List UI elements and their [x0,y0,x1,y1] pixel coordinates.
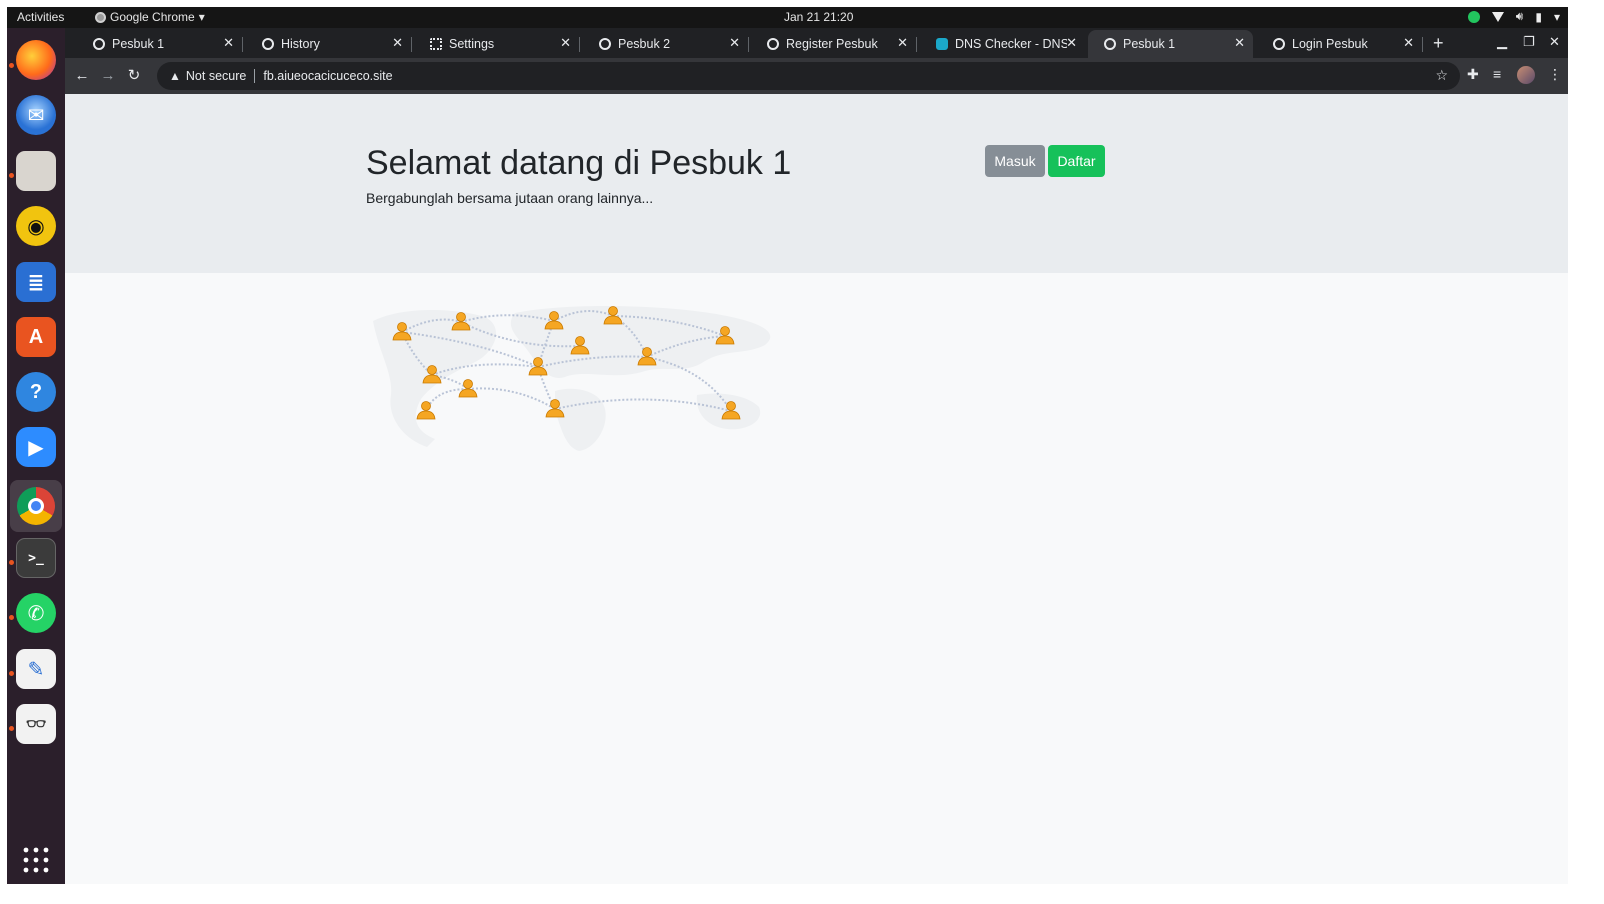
menu-dots-icon[interactable]: ⋮ [1548,66,1562,83]
tab-pesbuk-2[interactable]: Pesbuk 2 ✕ [583,30,749,58]
media-queue-icon[interactable]: ≡ [1493,66,1501,82]
writer-icon[interactable]: ≣ [16,262,56,302]
close-icon[interactable]: ✕ [392,35,403,51]
profile-avatar[interactable] [1517,66,1535,84]
tab-settings[interactable]: Settings ✕ [414,30,580,58]
new-tab-button[interactable]: + [1433,33,1444,54]
screen: Activities Google Chrome ▾ Jan 21 21:20 … [7,7,1568,884]
page-title: Selamat datang di Pesbuk 1 [366,144,792,182]
social-network-illustration [373,306,771,451]
tab-pesbuk-1[interactable]: Pesbuk 1 ✕ [77,30,243,58]
dock: ✉ ◉ ≣ A ? ▶ >_ ✆ ✎ 👓︎ [7,28,65,884]
globe-icon [767,38,779,50]
rhythmbox-icon[interactable]: ◉ [16,206,56,246]
volume-icon: 🔊︎ [1515,9,1524,23]
close-window-icon[interactable]: ✕ [1549,34,1560,50]
tab-title: Pesbuk 1 [112,37,165,51]
chrome-icon[interactable] [10,480,62,532]
jumbotron: Selamat datang di Pesbuk 1 Bergabunglah … [65,94,1568,273]
running-indicator [9,726,14,731]
tab-title: Pesbuk 2 [618,37,671,51]
tab-title: Settings [449,37,495,51]
globe-icon [93,38,105,50]
forward-button[interactable]: → [97,65,119,87]
address-bar[interactable]: ▲ Not secure fb.aiueocacicuceco.site ☆ [157,62,1460,90]
url-text[interactable]: fb.aiueocacicuceco.site [263,69,392,83]
tab-title: Pesbuk 1 [1123,37,1176,51]
warning-icon[interactable]: ▲ [169,69,181,83]
person-icon [416,401,436,420]
back-button[interactable]: ← [71,65,93,87]
tab-title: History [281,37,320,51]
system-top-bar: Activities Google Chrome ▾ Jan 21 21:20 … [7,7,1568,28]
tab-register-pesbuk[interactable]: Register Pesbuk ✕ [751,30,917,58]
globe-icon [599,38,611,50]
chevron-down-icon[interactable]: ▾ [1554,10,1560,24]
close-icon[interactable]: ✕ [729,35,740,51]
running-indicator [9,63,14,68]
app-menu-label: Google Chrome [110,10,195,24]
whatsapp-tray-icon[interactable] [1467,10,1480,23]
minimize-icon[interactable]: ▁ [1497,34,1507,50]
running-indicator [9,615,14,620]
close-icon[interactable]: ✕ [560,35,571,51]
security-label[interactable]: Not secure [186,69,246,83]
terminal-icon[interactable]: >_ [16,538,56,578]
extensions-icon[interactable]: ✚ [1467,66,1479,83]
zoom-icon[interactable]: ▶ [16,427,56,467]
gear-icon [430,38,442,50]
running-indicator [9,671,14,676]
thunderbird-icon[interactable]: ✉ [16,95,56,135]
restore-icon[interactable]: ❐ [1523,34,1535,50]
browser-toolbar: ← → ↻ ▲ Not secure fb.aiueocacicuceco.si… [65,58,1568,94]
clock[interactable]: Jan 21 21:20 [784,10,853,24]
chevron-down-icon: ▾ [198,10,205,24]
page-viewport: Selamat datang di Pesbuk 1 Bergabunglah … [65,94,1568,884]
tab-dns-checker[interactable]: DNS Checker - DNS C ✕ [920,30,1085,58]
files-icon[interactable] [16,151,56,191]
globe-icon [1273,38,1285,50]
chrome-window: Pesbuk 1 ✕ History ✕ Settings ✕ Pesbuk 2… [65,28,1568,884]
help-icon[interactable]: ? [16,372,56,412]
chrome-small-icon [95,11,106,23]
tab-history[interactable]: History ✕ [246,30,412,58]
activities-button[interactable]: Activities [17,10,64,24]
running-indicator [9,173,14,178]
grid-dots [23,847,49,873]
close-icon[interactable]: ✕ [1066,35,1077,51]
app-grid-icon[interactable] [16,840,56,880]
wifi-icon [1491,11,1504,22]
firefox-icon[interactable] [16,40,56,80]
close-icon[interactable]: ✕ [1234,35,1245,51]
tab-pesbuk-1-active[interactable]: Pesbuk 1 ✕ [1088,30,1253,58]
close-icon[interactable]: ✕ [223,35,234,51]
tab-login-pesbuk[interactable]: Login Pesbuk ✕ [1257,30,1423,58]
close-icon[interactable]: ✕ [897,35,908,51]
page-lead: Bergabunglah bersama jutaan orang lainny… [366,190,654,206]
tab-title: Register Pesbuk [786,37,878,51]
masuk-button[interactable]: Masuk [985,145,1045,177]
close-icon[interactable]: ✕ [1403,35,1414,51]
battery-icon: ▮ [1535,9,1542,24]
tab-title: DNS Checker - DNS C [955,37,1067,51]
dns-checker-icon [936,38,948,50]
whatsapp-icon[interactable]: ✆ [16,593,56,633]
app-menu[interactable]: Google Chrome ▾ [95,10,205,24]
reload-button[interactable]: ↻ [123,65,145,87]
bookmark-star-icon[interactable]: ☆ [1435,67,1448,84]
divider [254,69,256,83]
tab-title: Login Pesbuk [1292,37,1368,51]
text-editor-icon[interactable]: ✎ [16,649,56,689]
software-icon[interactable]: A [16,317,56,357]
system-tray[interactable]: 🔊︎ ▮ ▾ [1467,9,1560,24]
document-viewer-icon[interactable]: 👓︎ [16,704,56,744]
history-icon [262,38,274,50]
running-indicator [9,560,14,565]
tab-strip: Pesbuk 1 ✕ History ✕ Settings ✕ Pesbuk 2… [65,28,1568,58]
daftar-button[interactable]: Daftar [1048,145,1105,177]
globe-icon [1104,38,1116,50]
